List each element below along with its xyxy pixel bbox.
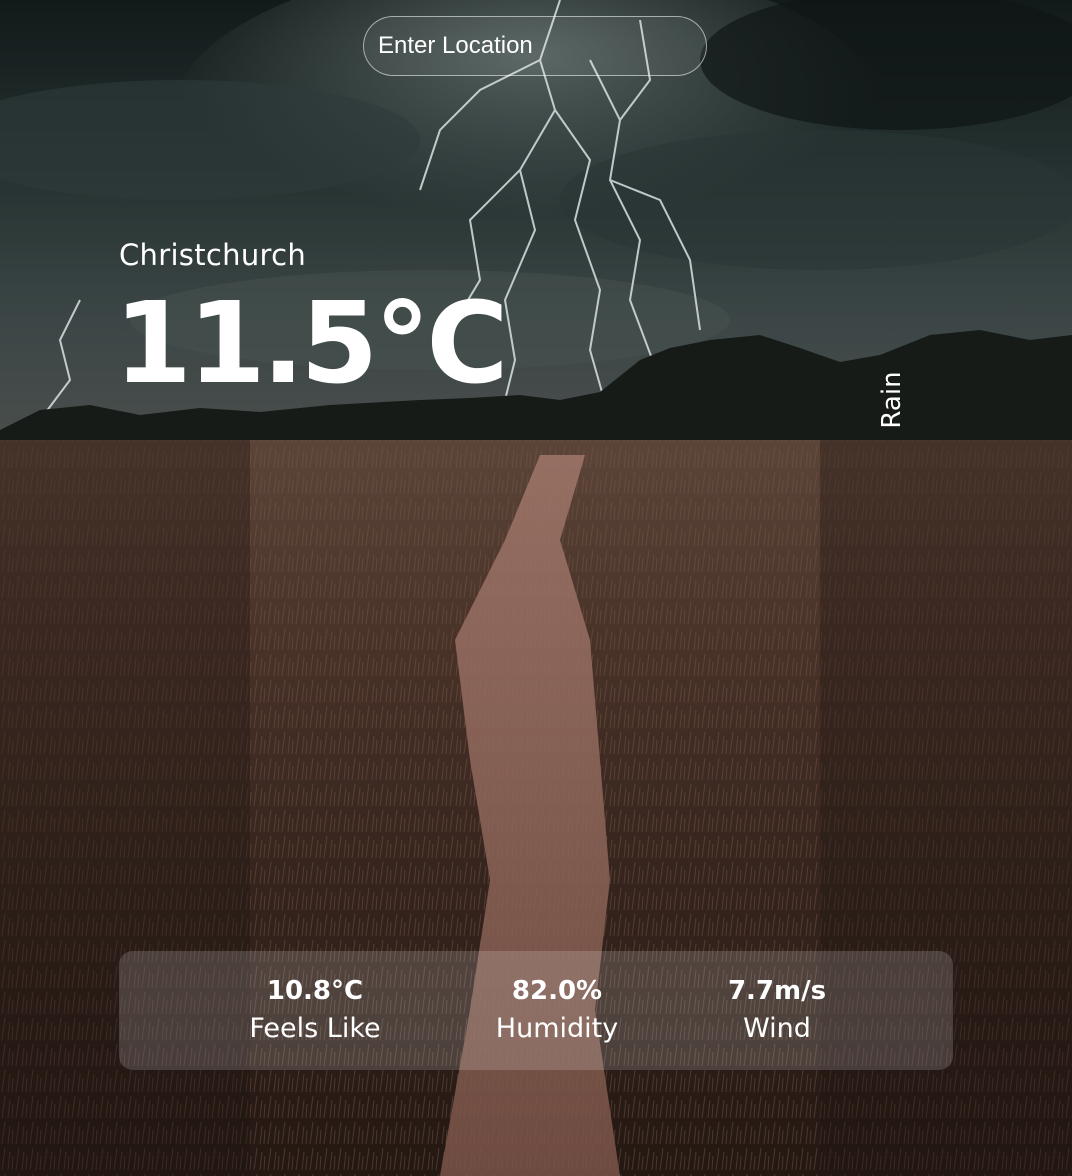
weather-stats-panel: 10.8°C Feels Like 82.0% Humidity 7.7m/s … (119, 951, 953, 1070)
wind-label: Wind (743, 1013, 811, 1044)
feels-like-label: Feels Like (249, 1013, 381, 1044)
location-search-input[interactable] (363, 16, 707, 76)
feels-like-stat: 10.8°C Feels Like (215, 973, 415, 1049)
humidity-stat: 82.0% Humidity (457, 973, 657, 1049)
wind-value: 7.7m/s (727, 976, 827, 1006)
feels-like-value: 10.8°C (266, 976, 364, 1006)
humidity-label: Humidity (495, 1013, 619, 1044)
wind-stat: 7.7m/s Wind (677, 973, 877, 1049)
temperature-display: 11.5°C (114, 279, 509, 409)
city-name: Christchurch (119, 238, 307, 272)
weather-condition: Rain (872, 371, 912, 428)
weather-condition-label: Rain (877, 371, 907, 429)
humidity-value: 82.0% (511, 976, 603, 1006)
